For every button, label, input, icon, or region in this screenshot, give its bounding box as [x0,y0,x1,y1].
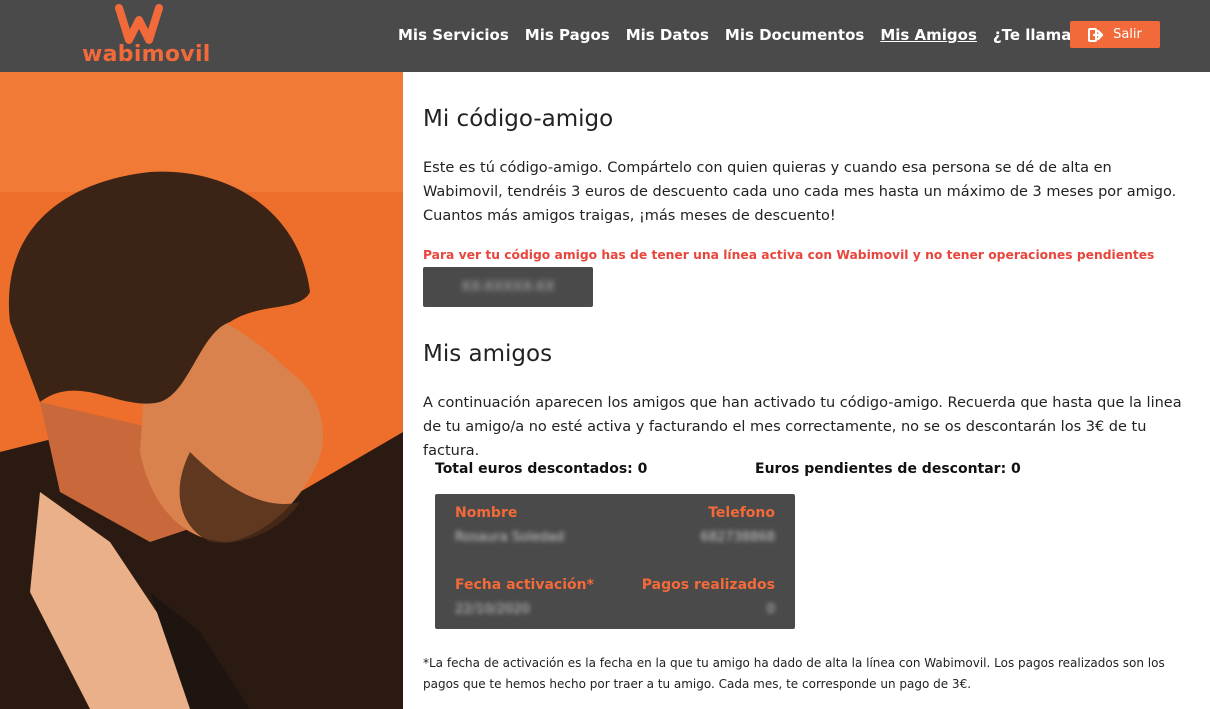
main-nav: Mis Servicios Mis Pagos Mis Datos Mis Do… [398,26,1131,44]
logout-button[interactable]: Salir [1070,21,1160,48]
nav-mis-documentos[interactable]: Mis Documentos [725,26,864,44]
phone-label: Telefono [708,505,775,521]
friend-card: Nombre Telefono Rosaura Soledad 68273886… [435,494,795,629]
hero-photo [0,72,403,709]
friend-code-value: XX-XXXXX-XX [461,279,555,295]
codigo-warning: Para ver tu código amigo has de tener un… [423,248,1155,262]
w-logo-icon [115,4,163,44]
wabimovil-logo[interactable]: wabimovil [82,4,210,68]
total-discounted: Total euros descontados: 0 [435,461,648,477]
nav-mis-pagos[interactable]: Mis Pagos [525,26,610,44]
nav-mis-servicios[interactable]: Mis Servicios [398,26,509,44]
top-navbar: wabimovil Mis Servicios Mis Pagos Mis Da… [0,0,1210,72]
activation-date-value: 22/10/2020 [455,602,530,617]
activation-date-label: Fecha activación* [455,577,594,593]
man-portrait-image [0,72,403,709]
logout-label: Salir [1113,27,1142,42]
payments-value: 0 [766,602,775,617]
pending-discount: Euros pendientes de descontar: 0 [755,461,1021,477]
amigos-section-title: Mis amigos [423,341,553,367]
nav-mis-datos[interactable]: Mis Datos [626,26,709,44]
codigo-section-title: Mi código-amigo [423,106,614,132]
friend-phone-value: 682738868 [700,530,775,545]
footnote: *La fecha de activación es la fecha en l… [423,656,1165,691]
codigo-description: Este es tú código-amigo. Compártelo con … [423,160,1177,224]
amigos-description: A continuación aparecen los amigos que h… [423,395,1182,459]
nav-mis-amigos[interactable]: Mis Amigos [880,26,977,44]
name-label: Nombre [455,505,518,521]
logo-wordmark: wabimovil [82,42,211,67]
payments-label: Pagos realizados [641,577,775,593]
friend-code-box[interactable]: XX-XXXXX-XX [423,267,593,307]
sign-out-icon [1088,27,1104,42]
friend-name-value: Rosaura Soledad [455,530,565,545]
